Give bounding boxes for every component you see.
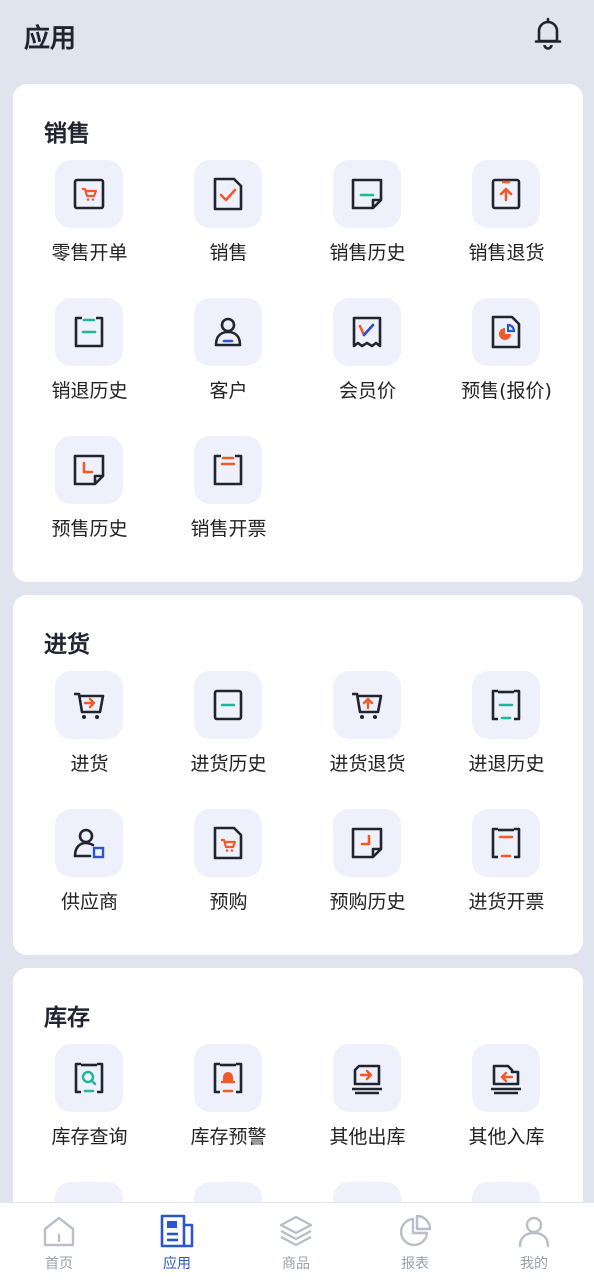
app-item-other-outbound[interactable]: 其他出库 bbox=[298, 1044, 437, 1154]
app-item-supplier[interactable]: 供应商 bbox=[20, 809, 159, 919]
clock-doc-icon bbox=[351, 827, 383, 859]
app-item-label: 预售历史 bbox=[51, 518, 128, 540]
app-item-label: 销退历史 bbox=[51, 380, 128, 402]
app-item-presale-history[interactable]: 预售历史 bbox=[20, 436, 159, 546]
tab-label: 首页 bbox=[45, 1256, 73, 1272]
home-icon bbox=[43, 1216, 75, 1247]
tab-label: 报表 bbox=[401, 1256, 429, 1272]
pie-doc-icon bbox=[491, 315, 521, 349]
section-title-purchase: 进货 bbox=[44, 632, 90, 658]
user-icon bbox=[518, 1216, 550, 1248]
app-item-label: 进货历史 bbox=[190, 753, 267, 775]
app-item-sales-invoice[interactable]: 销售开票 bbox=[159, 436, 298, 546]
alert-doc-icon bbox=[213, 1062, 243, 1094]
cart-return-icon bbox=[352, 692, 383, 719]
app-item-purchase-invoice[interactable]: 进货开票 bbox=[437, 809, 576, 919]
app-item-label: 客户 bbox=[209, 380, 248, 402]
app-item-sales-return[interactable]: 销售退货 bbox=[437, 160, 576, 270]
app-item-retail-order[interactable]: 零售开单 bbox=[20, 160, 159, 270]
inbound-icon bbox=[491, 1064, 521, 1095]
bracket-doc-icon bbox=[491, 689, 521, 721]
app-item-label: 销售退货 bbox=[468, 242, 545, 264]
history-doc-icon bbox=[351, 178, 383, 210]
tab-home[interactable]: 首页 bbox=[0, 1203, 118, 1281]
app-item-stock-alert[interactable]: 库存预警 bbox=[159, 1044, 298, 1154]
tab-label: 商品 bbox=[282, 1256, 310, 1272]
app-item-label: 预购 bbox=[209, 891, 248, 913]
app-item-purchase-return-history[interactable]: 进退历史 bbox=[437, 671, 576, 781]
doc-line-icon bbox=[213, 689, 243, 721]
app-item-preorder[interactable]: 预购 bbox=[159, 809, 298, 919]
supplier-icon bbox=[73, 828, 105, 859]
section-title-sales: 销售 bbox=[44, 121, 90, 147]
pie-chart-icon bbox=[399, 1214, 432, 1247]
app-item-label: 会员价 bbox=[338, 380, 396, 402]
app-item-purchase[interactable]: 进货 bbox=[20, 671, 159, 781]
layers-icon bbox=[279, 1215, 313, 1247]
cart-doc-icon bbox=[73, 178, 105, 210]
app-item-label: 销售开票 bbox=[190, 518, 267, 540]
app-item-label: 其他出库 bbox=[329, 1126, 406, 1148]
app-item-preorder-history[interactable]: 预购历史 bbox=[298, 809, 437, 919]
cart-in-icon bbox=[74, 692, 105, 719]
page-title: 应用 bbox=[24, 24, 77, 54]
tab-reports[interactable]: 报表 bbox=[356, 1203, 474, 1281]
tab-label: 应用 bbox=[163, 1256, 191, 1272]
clipboard-icon bbox=[74, 316, 104, 348]
app-header: 应用 bbox=[0, 0, 594, 72]
app-item-return-history[interactable]: 销退历史 bbox=[20, 298, 159, 408]
receipt-icon bbox=[352, 316, 382, 348]
app-item-label: 进货开票 bbox=[468, 891, 545, 913]
sales-section-card: 销售 零售开单 销售 销售历史 销售退货 销退历史 客户 会员价 预售(报价) … bbox=[13, 84, 583, 582]
bell-icon[interactable] bbox=[530, 16, 566, 52]
return-doc-icon bbox=[491, 178, 521, 210]
cart-doc-icon bbox=[213, 826, 243, 860]
apps-icon bbox=[160, 1214, 194, 1248]
app-item-other-inbound[interactable]: 其他入库 bbox=[437, 1044, 576, 1154]
clock-doc-icon bbox=[73, 454, 105, 486]
invoice-icon bbox=[213, 454, 243, 486]
app-item-label: 预售(报价) bbox=[461, 380, 552, 402]
app-item-sales-history[interactable]: 销售历史 bbox=[298, 160, 437, 270]
tab-products[interactable]: 商品 bbox=[237, 1203, 355, 1281]
app-item-label: 其他入库 bbox=[468, 1126, 545, 1148]
user-icon bbox=[214, 317, 242, 347]
app-item-label: 供应商 bbox=[60, 891, 118, 913]
purchase-section-card: 进货 进货 进货历史 进货退货 进退历史 供应商 预购 预购历史 进货开票 bbox=[13, 595, 583, 955]
invoice-icon bbox=[491, 827, 521, 859]
app-item-member-price[interactable]: 会员价 bbox=[298, 298, 437, 408]
app-item-customer[interactable]: 客户 bbox=[159, 298, 298, 408]
app-item-label: 库存查询 bbox=[51, 1126, 128, 1148]
app-item-purchase-return[interactable]: 进货退货 bbox=[298, 671, 437, 781]
search-doc-icon bbox=[74, 1062, 104, 1094]
tab-label: 我的 bbox=[520, 1256, 548, 1272]
app-item-label: 销售 bbox=[209, 242, 248, 264]
app-item-stock-query[interactable]: 库存查询 bbox=[20, 1044, 159, 1154]
app-item-label: 库存预警 bbox=[190, 1126, 267, 1148]
app-item-purchase-history[interactable]: 进货历史 bbox=[159, 671, 298, 781]
bottom-tab-bar: 首页 应用 商品 报表 我的 bbox=[0, 1202, 594, 1281]
app-item-label: 预购历史 bbox=[329, 891, 406, 913]
app-item-presale[interactable]: 预售(报价) bbox=[437, 298, 576, 408]
app-item-label: 进退历史 bbox=[468, 753, 545, 775]
app-item-label: 销售历史 bbox=[329, 242, 406, 264]
outbound-icon bbox=[352, 1064, 382, 1095]
tab-me[interactable]: 我的 bbox=[475, 1203, 593, 1281]
app-item-sales[interactable]: 销售 bbox=[159, 160, 298, 270]
tab-apps[interactable]: 应用 bbox=[118, 1203, 236, 1281]
check-doc-icon bbox=[213, 177, 243, 211]
app-item-label: 进货 bbox=[70, 753, 109, 775]
app-item-label: 零售开单 bbox=[51, 242, 128, 264]
section-title-inventory: 库存 bbox=[44, 1005, 90, 1031]
app-item-label: 进货退货 bbox=[329, 753, 406, 775]
